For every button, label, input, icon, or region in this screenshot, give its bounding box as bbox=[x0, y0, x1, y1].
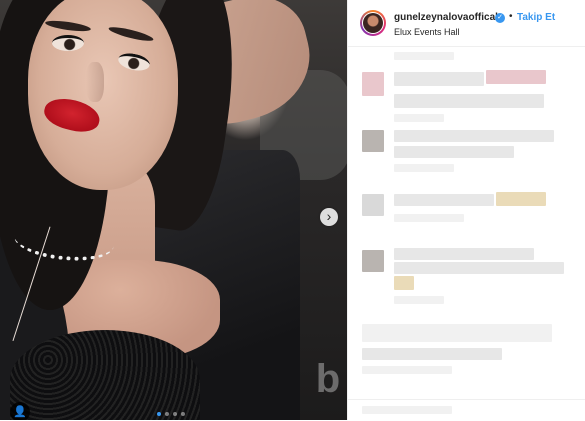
carousel-dot bbox=[181, 412, 185, 416]
blurred-avatar bbox=[362, 250, 384, 272]
blurred-avatar bbox=[362, 130, 384, 152]
blurred-avatar bbox=[362, 194, 384, 216]
blurred-comment bbox=[496, 192, 546, 206]
user-tag-icon[interactable]: 👤 bbox=[10, 402, 30, 420]
post-photo[interactable]: › 👤 b bbox=[0, 0, 347, 420]
comment-input-bar[interactable] bbox=[348, 399, 585, 421]
verified-check-icon: ✓ bbox=[495, 13, 505, 23]
blurred-comment bbox=[486, 70, 546, 84]
blurred-comment bbox=[394, 262, 564, 274]
blurred-comment bbox=[394, 146, 514, 158]
post-header: gunelzeynalovaoffical ✓ • Takip Et Elux … bbox=[348, 0, 585, 47]
blurred-date bbox=[362, 366, 452, 374]
follow-button[interactable]: Takip Et bbox=[517, 12, 555, 23]
blurred-comment bbox=[394, 248, 534, 260]
carousel-indicator bbox=[157, 412, 185, 416]
blurred-emoji bbox=[394, 276, 414, 290]
watermark-logo: b bbox=[315, 357, 341, 401]
location-link[interactable]: Elux Events Hall bbox=[394, 27, 460, 37]
avatar[interactable] bbox=[360, 10, 386, 36]
blurred-comment bbox=[394, 94, 544, 108]
blurred-meta bbox=[394, 164, 454, 172]
username-link[interactable]: gunelzeynalovaoffical bbox=[394, 12, 498, 23]
post-sidebar: gunelzeynalovaoffical ✓ • Takip Et Elux … bbox=[347, 0, 585, 420]
blurred-input bbox=[362, 406, 452, 414]
blurred-content bbox=[394, 52, 454, 60]
blurred-actions bbox=[362, 324, 552, 342]
carousel-dot bbox=[165, 412, 169, 416]
header-separator: • bbox=[509, 11, 513, 22]
blurred-meta bbox=[394, 296, 444, 304]
photo-face bbox=[28, 0, 178, 190]
avatar-ring bbox=[362, 12, 384, 34]
blurred-comment bbox=[394, 130, 554, 142]
carousel-dot-active bbox=[157, 412, 161, 416]
carousel-dot bbox=[173, 412, 177, 416]
blurred-likes bbox=[362, 348, 502, 360]
photo-nose bbox=[86, 62, 104, 102]
blurred-comment bbox=[394, 72, 484, 86]
blurred-avatar bbox=[362, 72, 384, 96]
blurred-comment bbox=[394, 194, 494, 206]
avatar-image bbox=[363, 13, 383, 33]
blurred-meta bbox=[394, 214, 464, 222]
chevron-right-icon[interactable]: › bbox=[320, 208, 338, 226]
photo-eye bbox=[52, 35, 84, 51]
blurred-meta bbox=[394, 114, 444, 122]
